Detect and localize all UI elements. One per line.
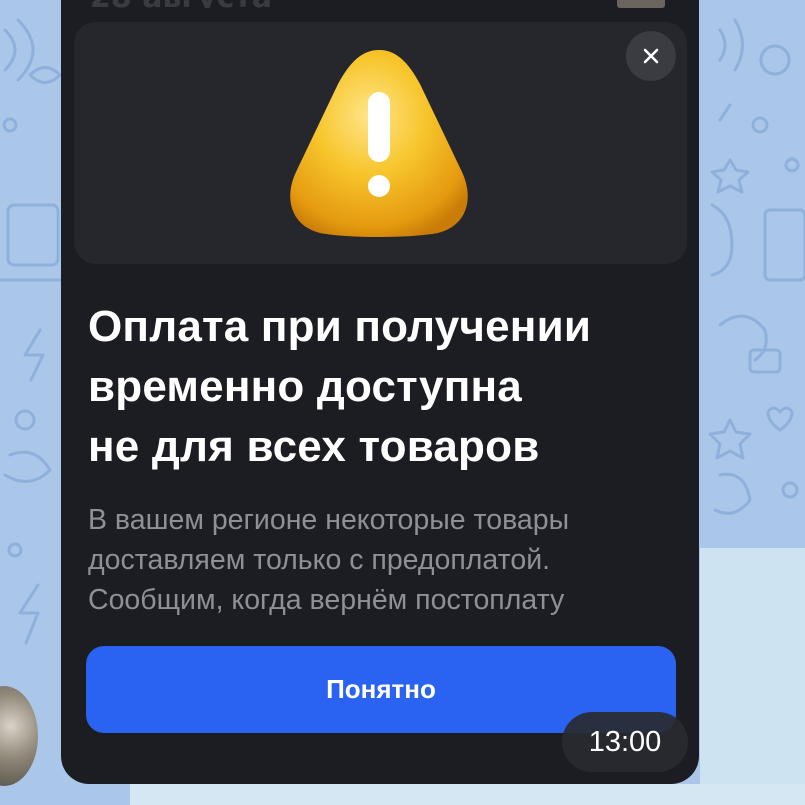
title-line: Оплата при получении xyxy=(88,302,592,351)
warning-triangle-icon xyxy=(290,50,468,237)
chat-bottom-area xyxy=(130,784,805,805)
description-line: В вашем регионе некоторые товары xyxy=(88,504,570,536)
close-icon xyxy=(643,48,659,64)
modal-title: Оплата при получении временно доступна н… xyxy=(88,297,688,477)
message-time: 13:00 xyxy=(562,712,688,772)
title-line: не для всех товаров xyxy=(88,422,540,471)
title-line: временно доступна xyxy=(88,362,522,411)
description-line: Сообщим, когда вернём постоплату xyxy=(88,584,565,616)
modal-description: В вашем регионе некоторые товары доставл… xyxy=(88,500,688,620)
date-label: 28 августа xyxy=(90,0,270,8)
next-message-area xyxy=(700,548,805,805)
image-thumbnail xyxy=(617,0,665,8)
close-button[interactable] xyxy=(626,31,676,81)
description-line: доставляем только с предоплатой. xyxy=(88,544,551,576)
